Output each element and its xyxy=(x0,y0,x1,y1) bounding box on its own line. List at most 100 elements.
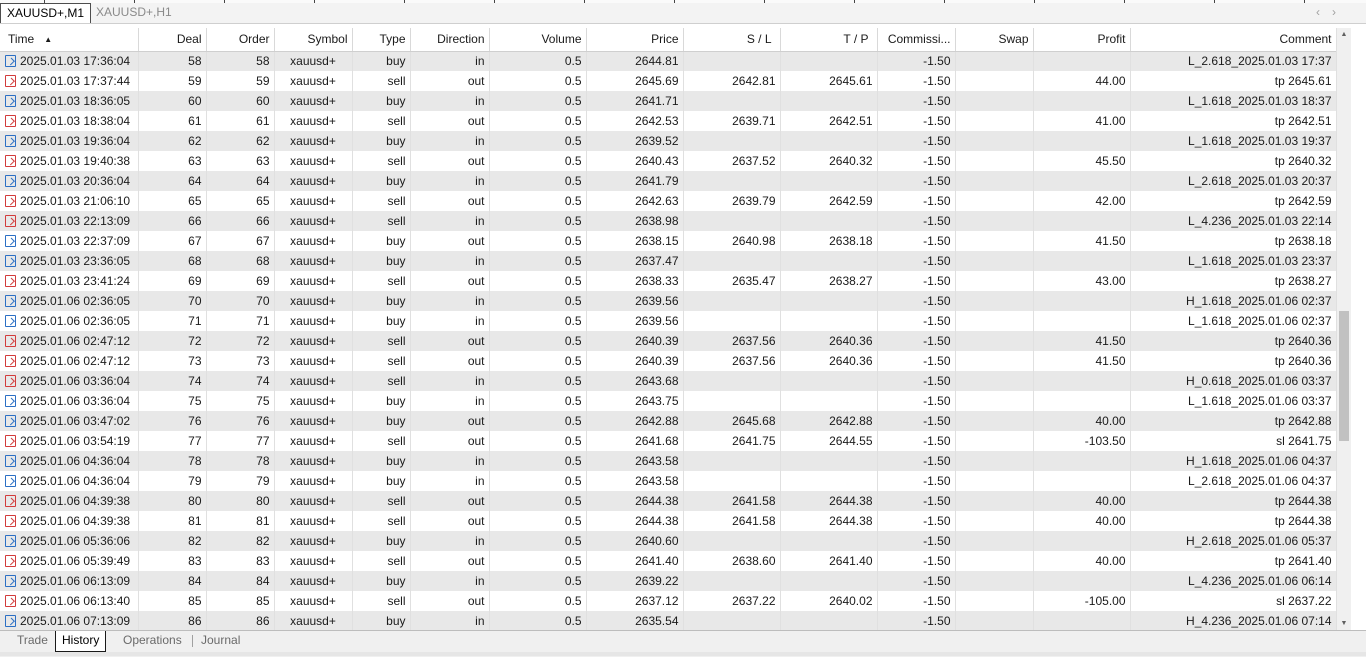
cell-commission: -1.50 xyxy=(877,551,956,571)
table-row[interactable]: 2025.01.06 03:47:02 76 76 xauusd+ buy out 0.5 2… xyxy=(0,411,1337,431)
cell-volume: 0.5 xyxy=(489,151,587,171)
col-header-sl[interactable]: S / L xyxy=(683,28,781,52)
col-header-type[interactable]: Type xyxy=(352,28,411,52)
chevron-right-icon[interactable]: › xyxy=(1332,5,1348,19)
col-header-swap[interactable]: Swap xyxy=(955,28,1034,52)
table-row[interactable]: 2025.01.06 07:13:09 86 86 xauusd+ buy in 0.5 26… xyxy=(0,611,1337,630)
col-header-symbol[interactable]: Symbol xyxy=(274,28,353,52)
col-header-order[interactable]: Order xyxy=(206,28,275,52)
cell-order: 60 xyxy=(206,91,275,111)
chevron-left-icon[interactable]: ‹ xyxy=(1316,5,1332,19)
chart-tab-m1[interactable]: XAUUSD+,M1 xyxy=(0,3,92,23)
table-row[interactable]: 2025.01.03 19:40:38 63 63 xauusd+ sell out 0.5… xyxy=(0,151,1337,171)
cell-swap xyxy=(955,371,1034,391)
col-header-volume[interactable]: Volume xyxy=(489,28,587,52)
deal-time: 2025.01.03 17:36:04 xyxy=(20,54,131,69)
cell-deal: 72 xyxy=(138,331,207,351)
table-row[interactable]: 2025.01.03 18:36:05 60 60 xauusd+ buy in 0.5 26… xyxy=(0,91,1337,111)
col-header-commission[interactable]: Commissi... xyxy=(877,28,956,52)
chart-tab-h1[interactable]: XAUUSD+,H1 xyxy=(90,3,178,22)
table-row[interactable]: 2025.01.06 05:39:49 83 83 xauusd+ sell out 0.5… xyxy=(0,551,1337,571)
col-header-time[interactable]: Time ▲ xyxy=(0,28,139,52)
cell-order: 86 xyxy=(206,611,275,630)
table-row[interactable]: 2025.01.03 23:36:05 68 68 xauusd+ buy in 0.5 26… xyxy=(0,251,1337,271)
cell-symbol: xauusd+ xyxy=(274,551,353,571)
table-row[interactable]: 2025.01.06 02:47:12 73 73 xauusd+ sell out 0.5… xyxy=(0,351,1337,371)
table-row[interactable]: 2025.01.03 22:13:09 66 66 xauusd+ sell in 0.5 2… xyxy=(0,211,1337,231)
tab-history[interactable]: History xyxy=(55,631,107,652)
table-row[interactable]: 2025.01.06 05:36:06 82 82 xauusd+ buy in 0.5 26… xyxy=(0,531,1337,551)
table-row[interactable]: 2025.01.03 19:36:04 62 62 xauusd+ buy in 0.5 26… xyxy=(0,131,1337,151)
history-rows: 2025.01.03 17:36:04 58 58 xauusd+ buy in 0.5 26… xyxy=(0,51,1337,630)
cell-profit xyxy=(1033,451,1131,471)
table-row[interactable]: 2025.01.03 17:36:04 58 58 xauusd+ buy in 0.5 26… xyxy=(0,51,1337,71)
deal-time: 2025.01.03 18:36:05 xyxy=(20,94,131,108)
table-row[interactable]: 2025.01.03 21:06:10 65 65 xauusd+ sell out 0.5… xyxy=(0,191,1337,211)
cell-commission: -1.50 xyxy=(877,571,956,591)
cell-swap xyxy=(955,111,1034,131)
col-header-price[interactable]: Price xyxy=(586,28,684,52)
cell-comment: tp 2640.32 xyxy=(1130,151,1337,171)
cell-order: 81 xyxy=(206,511,275,531)
cell-deal: 62 xyxy=(138,131,207,151)
cell-comment: L_2.618_2025.01.03 17:37 xyxy=(1130,51,1337,71)
tab-journal[interactable]: Journal xyxy=(201,631,240,651)
deal-time: 2025.01.03 22:13:09 xyxy=(20,214,131,228)
cell-type: buy xyxy=(352,131,411,151)
sell-deal-icon xyxy=(5,215,16,227)
cell-comment: tp 2645.61 xyxy=(1130,71,1337,91)
table-row[interactable]: 2025.01.03 23:41:24 69 69 xauusd+ sell out 0.5… xyxy=(0,271,1337,291)
table-row[interactable]: 2025.01.03 20:36:04 64 64 xauusd+ buy in 0.5 26… xyxy=(0,171,1337,191)
cell-price: 2637.47 xyxy=(586,251,684,271)
cell-order: 79 xyxy=(206,471,275,491)
vertical-scrollbar[interactable]: ▲ ▼ xyxy=(1336,28,1351,630)
cell-order: 73 xyxy=(206,351,275,371)
cell-tp xyxy=(780,391,878,411)
cell-direction: in xyxy=(410,311,490,331)
tab-operations[interactable]: Operations xyxy=(123,631,182,651)
col-header-deal[interactable]: Deal xyxy=(138,28,207,52)
table-row[interactable]: 2025.01.06 03:36:04 74 74 xauusd+ sell in 0.5 2… xyxy=(0,371,1337,391)
cell-order: 80 xyxy=(206,491,275,511)
table-row[interactable]: 2025.01.06 03:54:19 77 77 xauusd+ sell out 0.5… xyxy=(0,431,1337,451)
cell-direction: out xyxy=(410,71,490,91)
history-grid: Time ▲ Deal Order Symbol Type Direction V… xyxy=(0,28,1350,630)
table-row[interactable]: 2025.01.06 04:36:04 79 79 xauusd+ buy in 0.5 26… xyxy=(0,471,1337,491)
table-row[interactable]: 2025.01.06 02:47:12 72 72 xauusd+ sell out 0.5… xyxy=(0,331,1337,351)
table-row[interactable]: 2025.01.06 04:39:38 80 80 xauusd+ sell out 0.5… xyxy=(0,491,1337,511)
cell-time: 2025.01.03 21:06:10 xyxy=(0,191,139,211)
chart-tabbar: XAUUSD+,M1 XAUUSD+,H1 ‹› xyxy=(0,3,1366,24)
scroll-up-icon[interactable]: ▲ xyxy=(1339,31,1349,38)
col-header-direction[interactable]: Direction xyxy=(410,28,490,52)
cell-direction: in xyxy=(410,211,490,231)
cell-order: 63 xyxy=(206,151,275,171)
table-row[interactable]: 2025.01.03 18:38:04 61 61 xauusd+ sell out 0.5… xyxy=(0,111,1337,131)
table-row[interactable]: 2025.01.06 04:39:38 81 81 xauusd+ sell out 0.5… xyxy=(0,511,1337,531)
cell-profit xyxy=(1033,251,1131,271)
sell-deal-icon xyxy=(5,375,16,387)
tab-trade[interactable]: Trade xyxy=(17,631,48,651)
cell-price: 2645.69 xyxy=(586,71,684,91)
cell-type: buy xyxy=(352,471,411,491)
table-row[interactable]: 2025.01.06 02:36:05 70 70 xauusd+ buy in 0.5 26… xyxy=(0,291,1337,311)
table-row[interactable]: 2025.01.06 04:36:04 78 78 xauusd+ buy in 0.5 26… xyxy=(0,451,1337,471)
table-row[interactable]: 2025.01.06 06:13:40 85 85 xauusd+ sell out 0.5… xyxy=(0,591,1337,611)
cell-sl: 2635.47 xyxy=(683,271,781,291)
table-row[interactable]: 2025.01.06 02:36:05 71 71 xauusd+ buy in 0.5 26… xyxy=(0,311,1337,331)
scrollbar-thumb[interactable] xyxy=(1339,311,1349,441)
table-row[interactable]: 2025.01.03 22:37:09 67 67 xauusd+ buy out 0.5 2… xyxy=(0,231,1337,251)
col-header-comment[interactable]: Comment xyxy=(1130,28,1337,52)
col-header-tp[interactable]: T / P xyxy=(780,28,878,52)
cell-time: 2025.01.06 04:39:38 xyxy=(0,511,139,531)
sell-deal-icon xyxy=(5,595,16,607)
table-row[interactable]: 2025.01.06 06:13:09 84 84 xauusd+ buy in 0.5 26… xyxy=(0,571,1337,591)
buy-deal-icon xyxy=(5,135,16,147)
scroll-down-icon[interactable]: ▼ xyxy=(1339,620,1349,627)
cell-volume: 0.5 xyxy=(489,251,587,271)
table-row[interactable]: 2025.01.06 03:36:04 75 75 xauusd+ buy in 0.5 26… xyxy=(0,391,1337,411)
col-header-profit[interactable]: Profit xyxy=(1033,28,1131,52)
table-row[interactable]: 2025.01.03 17:37:44 59 59 xauusd+ sell out 0.5… xyxy=(0,71,1337,91)
cell-sl: 2641.58 xyxy=(683,511,781,531)
tab-nav-arrows[interactable]: ‹› xyxy=(1316,5,1348,19)
cell-symbol: xauusd+ xyxy=(274,411,353,431)
